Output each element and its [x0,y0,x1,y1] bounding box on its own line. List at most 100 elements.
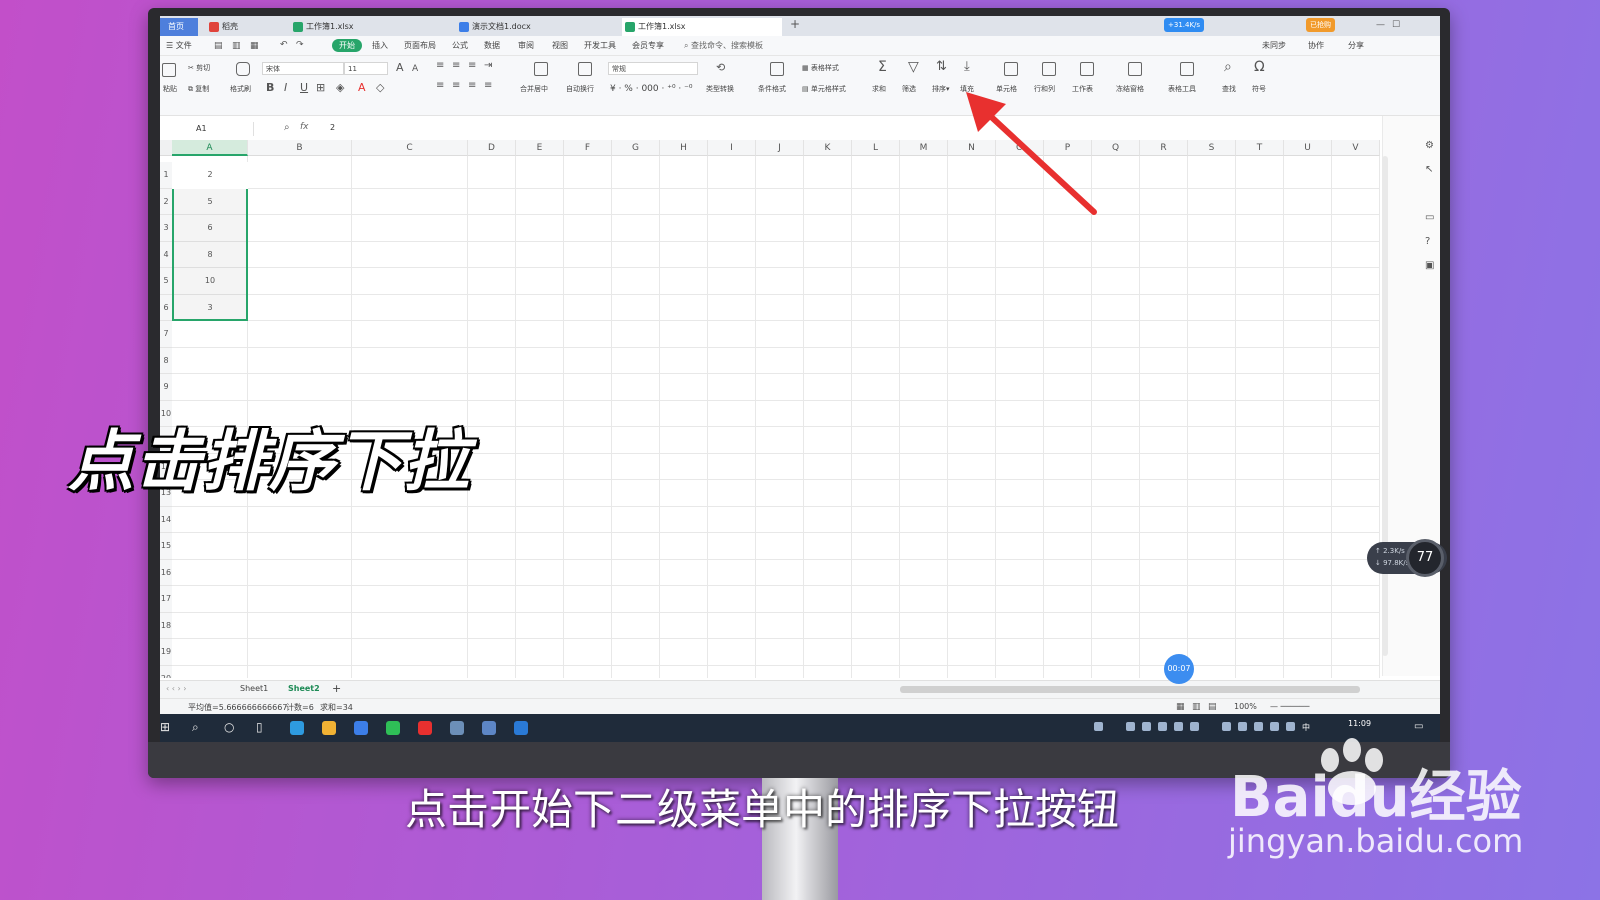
tab-workbook-1[interactable]: 工作簿1.xlsx [290,18,450,36]
undo-icon[interactable]: ↶ [280,39,288,51]
command-search[interactable]: ⌕ 查找命令、搜索模板 [684,40,763,51]
column-header-v[interactable]: V [1332,140,1380,156]
align-right-icon[interactable]: ≡ [468,80,476,92]
fill-color-icon[interactable]: ◈ [336,82,344,94]
page-break-view-icon[interactable]: ▤ [1208,701,1217,713]
explorer-icon[interactable] [322,721,336,735]
app-icon-2[interactable] [450,721,464,735]
row-header-17[interactable]: 17 [160,586,172,613]
normal-view-icon[interactable]: ▦ [1176,701,1185,713]
column-header-s[interactable]: S [1188,140,1236,156]
format-painter-icon[interactable] [236,62,250,76]
row-header-18[interactable]: 18 [160,612,172,639]
tray-icon[interactable] [1238,722,1247,731]
volume-icon[interactable] [1286,722,1295,731]
align-left-icon[interactable]: ≡ [436,80,444,92]
app-icon[interactable] [354,721,368,735]
menu-view[interactable]: 视图 [552,40,568,51]
add-sheet-icon[interactable]: + [332,682,341,695]
tray-icon[interactable] [1254,722,1263,731]
column-header-r[interactable]: R [1140,140,1188,156]
row-header-9[interactable]: 9 [160,374,172,401]
row-header-8[interactable]: 8 [160,347,172,374]
table-style-button[interactable]: ▦ 表格样式 [802,63,839,73]
row-header-16[interactable]: 16 [160,559,172,586]
zoom-search-icon[interactable]: ⌕ [284,122,290,134]
tray-icon[interactable] [1190,722,1199,731]
wrap-text-icon[interactable] [578,62,592,76]
edge-icon[interactable] [514,721,528,735]
number-format-select[interactable]: 常规 [608,62,698,75]
wechat-icon[interactable] [386,721,400,735]
column-header-h[interactable]: H [660,140,708,156]
task-view-icon[interactable]: ▯ [256,719,263,735]
column-header-u[interactable]: U [1284,140,1332,156]
sheet-tab-sheet1[interactable]: Sheet1 [240,684,268,693]
justify-icon[interactable]: ≡ [484,80,492,92]
align-top-icon[interactable]: ≡ [436,60,444,72]
wps-icon[interactable] [418,721,432,735]
name-box[interactable]: A1 [166,122,254,136]
tab-home[interactable]: 首页 [160,18,198,36]
side-image-icon[interactable]: ▣ [1425,260,1434,272]
row-col-icon[interactable] [1042,62,1056,76]
new-tab-plus-icon[interactable]: + [790,17,800,31]
find-icon[interactable]: ⌕ [1224,60,1232,74]
column-header-k[interactable]: K [804,140,852,156]
member-badge[interactable]: 已抢购 [1306,18,1335,32]
row-header-20[interactable]: 20 [160,665,172,678]
font-size-select[interactable]: 11 [344,62,388,75]
font-name-select[interactable]: 宋体 [262,62,344,75]
italic-icon[interactable]: I [284,82,287,94]
tab-workbook-active[interactable]: 工作簿1.xlsx [622,18,782,36]
column-header-t[interactable]: T [1236,140,1284,156]
symbol-icon[interactable]: Ω [1254,60,1265,74]
redo-icon[interactable]: ↷ [296,39,304,51]
conditional-format-icon[interactable] [770,62,784,76]
side-shape-icon[interactable]: ▭ [1425,212,1434,224]
menu-home[interactable]: 开始 [332,39,362,52]
menu-page-layout[interactable]: 页面布局 [404,40,436,51]
merge-center-icon[interactable] [534,62,548,76]
align-bottom-icon[interactable]: ≡ [468,60,476,72]
row-header-1[interactable]: 1 [160,162,172,189]
tray-icon[interactable] [1142,722,1151,731]
app-icon-3[interactable] [482,721,496,735]
taskbar-search-icon[interactable]: ⌕ [192,719,199,735]
tray-icon[interactable] [1126,722,1135,731]
menu-data[interactable]: 数据 [484,40,500,51]
row-header-2[interactable]: 2 [160,188,172,215]
share-button[interactable]: 分享 [1348,40,1364,51]
vertical-scrollbar[interactable] [1382,156,1388,656]
column-header-m[interactable]: M [900,140,948,156]
table-tools-icon[interactable] [1180,62,1194,76]
copy-button[interactable]: ⧉ 复制 [188,84,209,94]
column-header-e[interactable]: E [516,140,564,156]
row-header-5[interactable]: 5 [160,268,172,295]
collaborate-button[interactable]: 协作 [1308,40,1324,51]
column-header-g[interactable]: G [612,140,660,156]
notification-icon[interactable]: ▭ [1414,721,1423,733]
row-header-19[interactable]: 19 [160,639,172,666]
cell-a3[interactable]: 6 [172,215,248,242]
column-header-i[interactable]: I [708,140,756,156]
freeze-panes-icon[interactable] [1128,62,1142,76]
align-center-icon[interactable]: ≡ [452,80,460,92]
paste-icon[interactable] [162,63,176,77]
clear-format-icon[interactable]: ◇ [376,82,384,94]
border-icon[interactable]: ⊞ [316,82,325,94]
windows-start-icon[interactable]: ⊞ [160,719,170,735]
cell-a6[interactable]: 3 [172,295,248,322]
column-header-d[interactable]: D [468,140,516,156]
tray-icon[interactable] [1158,722,1167,731]
row-header-4[interactable]: 4 [160,241,172,268]
sort-dropdown-button[interactable]: 排序▾ [932,84,950,94]
print-icon[interactable]: ▦ [250,40,259,52]
print-preview-icon[interactable]: ▥ [232,40,241,52]
cell-a5[interactable]: 10 [172,268,248,295]
tray-icon[interactable] [1270,722,1279,731]
sheet-tab-sheet2[interactable]: Sheet2 [288,684,320,693]
row-header-6[interactable]: 6 [160,294,172,321]
underline-icon[interactable]: U [300,82,308,94]
zoom-level[interactable]: 100% [1234,702,1257,711]
